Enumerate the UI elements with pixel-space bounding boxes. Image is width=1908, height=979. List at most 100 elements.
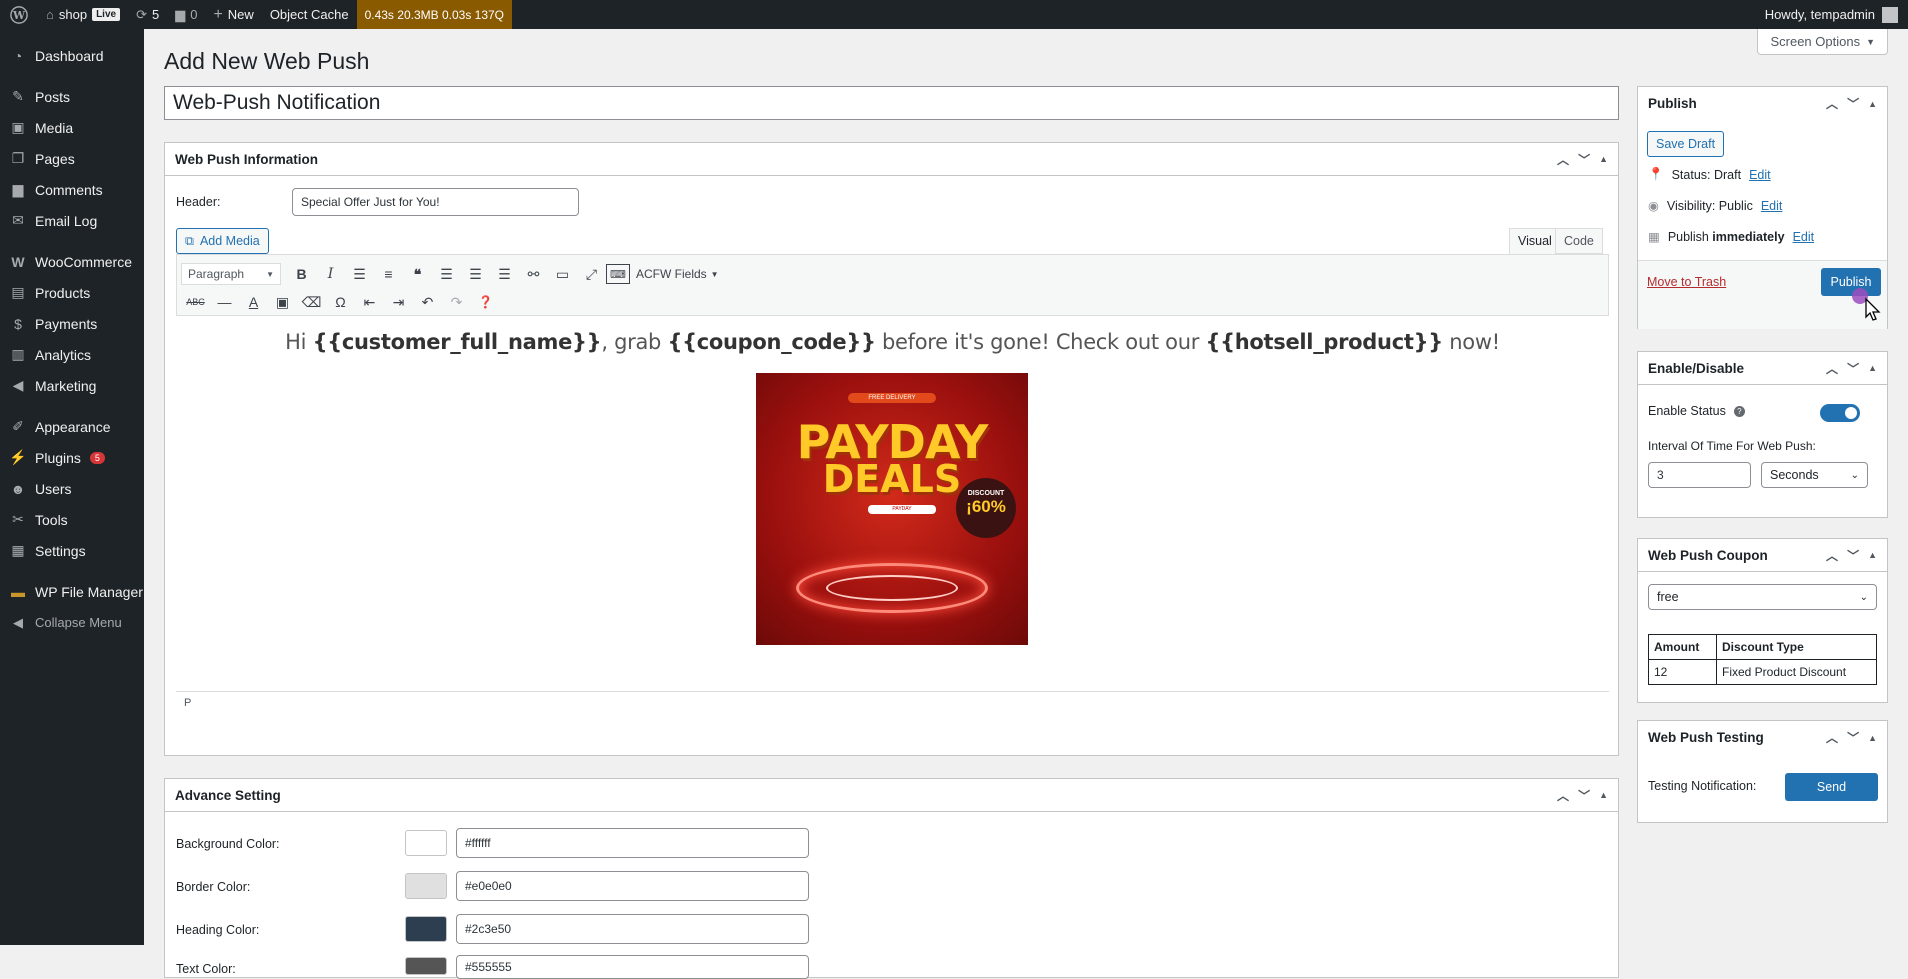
menu-wp-file-manager[interactable]: ▬ WP File Manager [0,576,144,607]
menu-woocommerce[interactable]: W WooCommerce [0,246,144,277]
menu-settings[interactable]: ▦ Settings [0,535,144,566]
menu-comments[interactable]: ▆ Comments [0,174,144,205]
move-up-icon[interactable]: ︿ [1557,787,1569,804]
move-down-icon[interactable]: ﹀ [1847,360,1859,377]
toggle-panel-icon[interactable]: ▲ [1599,154,1608,164]
bold-icon[interactable]: B [287,262,316,286]
edit-status-link[interactable]: Edit [1749,168,1771,182]
payday-deals-image[interactable]: FREE DELIVERY PAYDAY DEALS DISCOUNT ¡60%… [756,373,1028,645]
save-draft-button[interactable]: Save Draft [1647,131,1725,157]
border-color-input[interactable]: #e0e0e0 [456,871,809,901]
menu-appearance[interactable]: ✐ Appearance [0,411,144,442]
text-color-icon[interactable]: A [239,290,268,314]
toggle-panel-icon[interactable]: ▲ [1868,99,1877,109]
menu-analytics[interactable]: ▥ Analytics [0,339,144,370]
move-down-icon[interactable]: ﹀ [1847,547,1859,564]
post-title-input[interactable]: Web-Push Notification [164,86,1619,120]
toggle-panel-icon[interactable]: ▲ [1868,363,1877,373]
site-menu[interactable]: ⌂ shop Live [38,0,128,29]
move-down-icon[interactable]: ﹀ [1578,151,1590,168]
menu-tools[interactable]: ✂ Tools [0,504,144,535]
box-title: Advance Setting [175,787,281,803]
align-right-icon[interactable]: ☰ [490,262,519,286]
strikethrough-icon[interactable]: ABC [181,290,210,314]
italic-icon[interactable]: I [316,262,345,286]
edit-publish-time-link[interactable]: Edit [1793,230,1815,244]
move-up-icon[interactable]: ︿ [1826,547,1838,564]
menu-posts[interactable]: ✎ Posts [0,81,144,112]
toolbar-toggle-icon[interactable]: ⌨ [606,264,630,284]
menu-email-log[interactable]: ✉ Email Log [0,205,144,236]
web-push-coupon-box: Web Push Coupon ︿ ﹀ ▲ free ⌄ Amount Discount… [1637,538,1888,703]
horizontal-line-icon[interactable]: — [210,290,239,314]
wrench-icon: ✂ [12,511,24,527]
send-button[interactable]: Send [1785,773,1878,801]
indent-icon[interactable]: ⇥ [384,290,413,314]
screen-options-button[interactable]: Screen Options ▼ [1757,29,1888,55]
tab-visual[interactable]: Visual [1509,228,1561,254]
read-more-icon[interactable]: ▭ [548,262,577,286]
interval-input[interactable]: 3 [1648,462,1751,488]
menu-products[interactable]: ▤ Products [0,277,144,308]
numbered-list-icon[interactable]: ≡ [374,262,403,286]
paste-text-icon[interactable]: ▣ [268,290,297,314]
move-down-icon[interactable]: ﹀ [1847,95,1859,112]
updates-link[interactable]: ⟳ 5 [128,0,167,29]
bullet-list-icon[interactable]: ☰ [345,262,374,286]
format-select[interactable]: Paragraph ▼ [181,263,281,285]
header-input[interactable]: Special Offer Just for You! [292,188,579,216]
border-color-swatch[interactable] [405,873,447,899]
move-down-icon[interactable]: ﹀ [1578,787,1590,804]
toggle-panel-icon[interactable]: ▲ [1868,550,1877,560]
link-icon[interactable]: ⚯ [519,262,548,286]
menu-pages[interactable]: ❐ Pages [0,143,144,174]
interval-unit-select[interactable]: Seconds ⌄ [1761,462,1868,488]
move-down-icon[interactable]: ﹀ [1847,729,1859,746]
align-left-icon[interactable]: ☰ [432,262,461,286]
acfw-fields-dropdown[interactable]: ACFW Fields ▼ [630,262,725,286]
background-color-input[interactable]: #ffffff [456,828,809,858]
special-character-icon[interactable]: Ω [326,290,355,314]
align-center-icon[interactable]: ☰ [461,262,490,286]
move-to-trash-link[interactable]: Move to Trash [1647,275,1726,289]
tab-code[interactable]: Code [1555,228,1603,254]
object-cache-link[interactable]: Object Cache [262,0,357,29]
menu-users[interactable]: ☻ Users [0,473,144,504]
redo-icon[interactable]: ↷ [442,290,471,314]
menu-marketing[interactable]: ◀ Marketing [0,370,144,401]
outdent-icon[interactable]: ⇤ [355,290,384,314]
collapse-menu-button[interactable]: ◀ Collapse Menu [0,607,144,638]
help-icon[interactable]: ❓ [471,290,500,314]
blockquote-icon[interactable]: ❝ [403,262,432,286]
undo-icon[interactable]: ↶ [413,290,442,314]
hotsell-product-placeholder: {{hotsell_product}} [1205,330,1443,354]
fullscreen-icon[interactable]: ⤢ [577,262,606,286]
menu-plugins[interactable]: ⚡ Plugins 5 [0,442,144,473]
background-color-swatch[interactable] [405,830,447,856]
caret-down-icon: ▼ [1866,36,1875,47]
move-up-icon[interactable]: ︿ [1826,729,1838,746]
text-color-input[interactable]: #555555 [456,955,809,979]
text-color-swatch[interactable] [405,957,447,975]
heading-color-input[interactable]: #2c3e50 [456,914,809,944]
editor-content-area[interactable]: Hi {{customer_full_name}}, grab {{coupon… [176,316,1609,691]
clear-formatting-icon[interactable]: ⌫ [297,290,326,314]
wordpress-logo-icon[interactable]: W [0,0,38,29]
comments-link[interactable]: ▆ 0 [167,0,205,29]
move-up-icon[interactable]: ︿ [1557,151,1569,168]
add-media-button[interactable]: ⧉ Add Media [176,228,269,254]
menu-media[interactable]: ▣ Media [0,112,144,143]
new-content-link[interactable]: + New [205,0,261,29]
move-up-icon[interactable]: ︿ [1826,95,1838,112]
edit-visibility-link[interactable]: Edit [1761,199,1783,213]
toggle-panel-icon[interactable]: ▲ [1868,733,1877,743]
menu-dashboard[interactable]: ◔ Dashboard [0,40,144,71]
move-up-icon[interactable]: ︿ [1826,360,1838,377]
coupon-select[interactable]: free ⌄ [1648,584,1877,610]
menu-payments[interactable]: $ Payments [0,308,144,339]
enable-status-toggle[interactable] [1820,404,1860,422]
heading-color-swatch[interactable] [405,916,447,942]
toggle-panel-icon[interactable]: ▲ [1599,790,1608,800]
query-monitor-stats[interactable]: 0.43s 20.3MB 0.03s 137Q [356,0,513,29]
account-menu[interactable]: Howdy, tempadmin [1765,6,1908,23]
